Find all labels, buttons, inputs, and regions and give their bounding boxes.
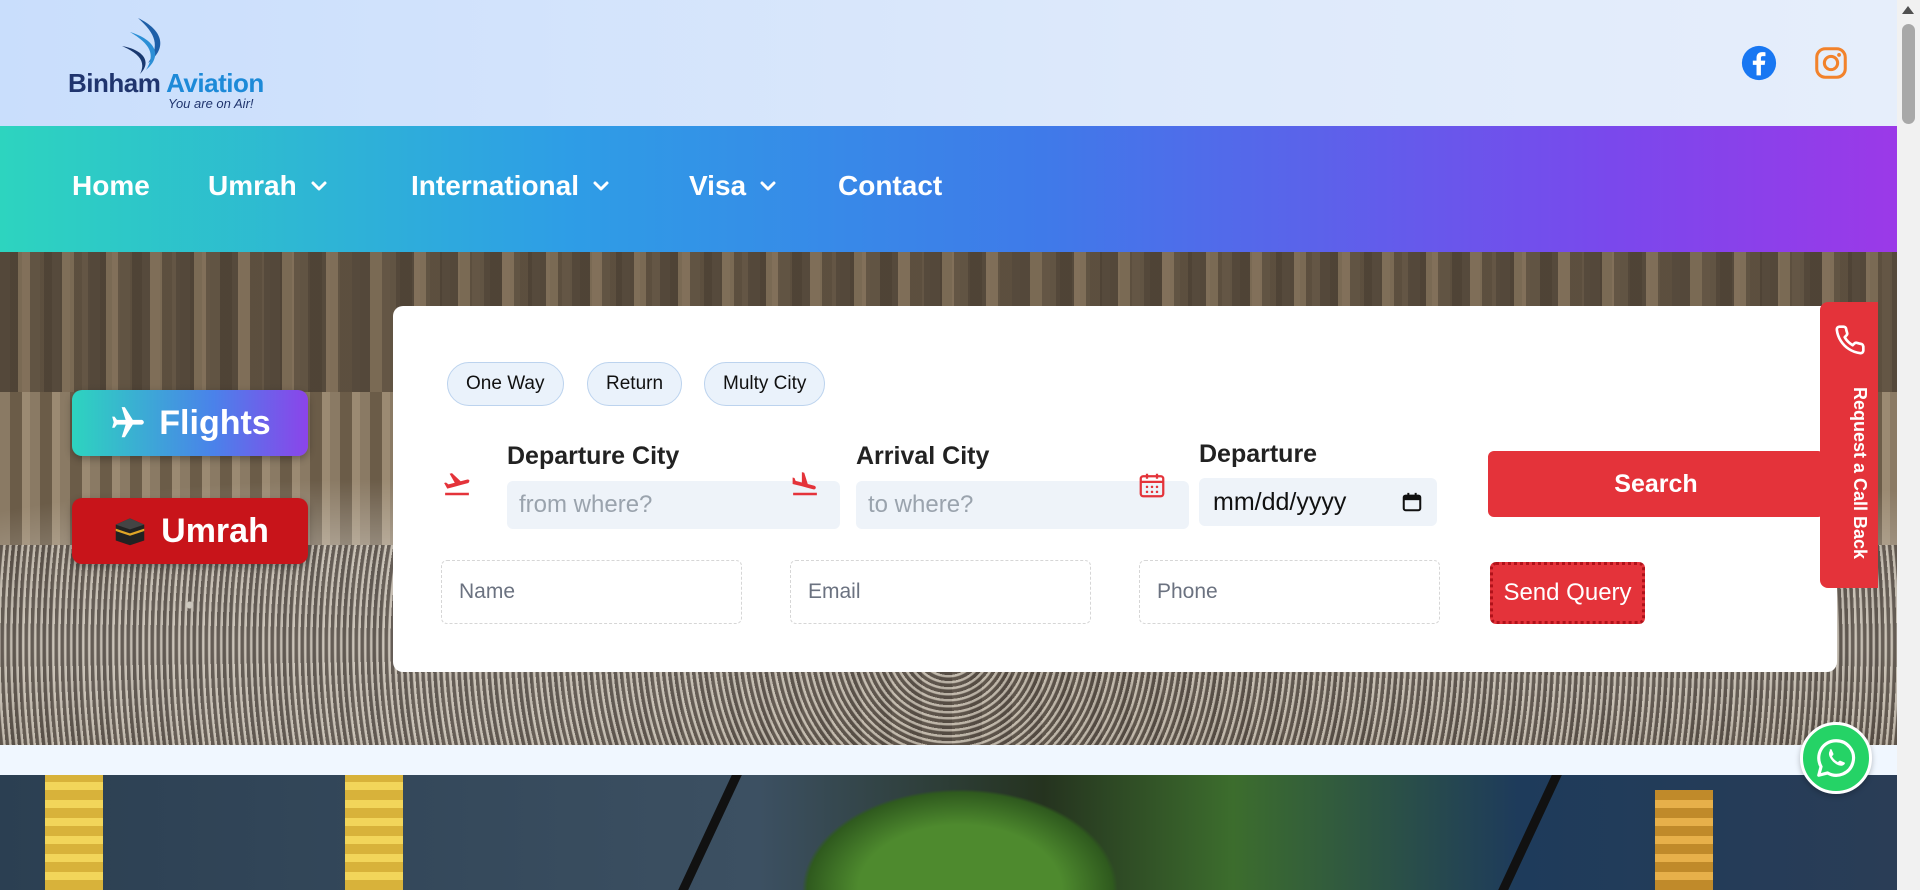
page-scrollbar[interactable] — [1897, 0, 1920, 890]
trip-type-multi-city[interactable]: Multy City — [704, 362, 826, 406]
trip-type-one-way[interactable]: One Way — [447, 362, 564, 406]
nav-visa[interactable]: Visa — [689, 170, 778, 202]
temple-tower-image — [1655, 790, 1713, 890]
flights-tab[interactable]: Flights — [72, 390, 308, 456]
nav-home[interactable]: Home — [72, 170, 150, 202]
facebook-icon[interactable] — [1740, 44, 1778, 82]
umrah-tab[interactable]: Umrah — [72, 498, 308, 564]
phone-input[interactable] — [1139, 560, 1440, 624]
main-nav: Home Umrah International Visa Contact — [0, 126, 1897, 252]
email-input[interactable] — [790, 560, 1091, 624]
calendar-icon — [1139, 473, 1165, 498]
banner-divider — [1498, 775, 1562, 890]
temple-tower-image — [345, 775, 403, 890]
whatsapp-icon — [1817, 739, 1856, 777]
whatsapp-button[interactable] — [1800, 722, 1872, 794]
trip-type-return[interactable]: Return — [587, 362, 683, 406]
nav-contact[interactable]: Contact — [838, 170, 942, 202]
site-logo[interactable]: Binham Aviation You are on Air! — [68, 18, 268, 111]
chevron-down-icon — [311, 181, 327, 191]
flight-search-card: One Way Return Multy City Departure City… — [393, 306, 1837, 672]
logo-brand: Binham Aviation — [68, 68, 264, 98]
name-input[interactable] — [441, 560, 742, 624]
departure-date-label: Departure — [1199, 440, 1318, 468]
destinations-banner — [0, 775, 1897, 890]
scroll-up-arrow-icon[interactable] — [1902, 6, 1914, 14]
date-placeholder: mm/dd/yyyy — [1213, 487, 1347, 516]
search-button[interactable]: Search — [1488, 451, 1824, 517]
arrival-city-label: Arrival City — [856, 442, 990, 470]
scrollbar-thumb[interactable] — [1902, 24, 1915, 124]
nav-international[interactable]: International — [411, 170, 611, 202]
logo-tagline: You are on Air! — [168, 96, 254, 111]
plane-arrival-icon — [792, 472, 817, 496]
request-callback-label: Request a Call Back — [1850, 387, 1870, 560]
banner-divider — [678, 775, 742, 890]
request-callback-tab[interactable]: Request a Call Back — [1820, 302, 1878, 588]
date-picker-icon[interactable] — [1401, 491, 1423, 513]
send-query-button[interactable]: Send Query — [1490, 562, 1645, 624]
phone-icon — [1835, 325, 1865, 355]
nav-umrah[interactable]: Umrah — [208, 170, 329, 202]
island-cliff-image — [780, 775, 1140, 890]
departure-date-input[interactable]: mm/dd/yyyy — [1199, 478, 1437, 526]
temple-tower-image — [45, 775, 103, 890]
top-header: Binham Aviation You are on Air! — [0, 0, 1897, 126]
airplane-icon — [112, 407, 145, 438]
plane-departure-icon — [444, 473, 470, 496]
departure-city-label: Departure City — [507, 442, 680, 470]
kaaba-icon — [115, 518, 145, 546]
section-divider — [0, 745, 1897, 775]
chevron-down-icon — [593, 181, 609, 191]
chevron-down-icon — [760, 181, 776, 191]
instagram-icon[interactable] — [1812, 44, 1850, 82]
